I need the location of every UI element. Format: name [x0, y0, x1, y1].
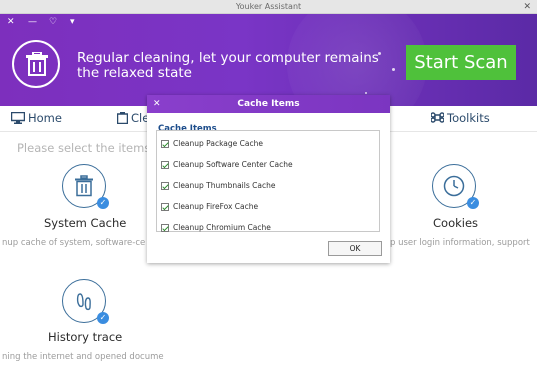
option-label: Cleanup Software Center Cache [173, 160, 293, 169]
menu-icon[interactable]: ▾ [70, 17, 75, 27]
history-trace-item[interactable]: ✓ [62, 279, 109, 324]
cache-option[interactable]: Cleanup Thumbnails Cache [159, 175, 377, 196]
checkbox-checked-icon[interactable] [161, 139, 169, 148]
cache-option[interactable]: Cleanup Package Cache [159, 133, 377, 154]
cache-option[interactable]: Cleanup FireFox Cache [159, 196, 377, 217]
checkbox-checked-icon[interactable] [161, 202, 169, 211]
history-trace-title: History trace [48, 330, 123, 344]
footprint-icon [76, 293, 91, 311]
window-title: Youker Assistant [235, 2, 302, 11]
command-icon [430, 111, 445, 127]
sparkle-icon [365, 92, 367, 94]
tab-home-label: Home [28, 111, 62, 125]
history-trace-description: ning the internet and opened docume [2, 352, 164, 362]
cache-option[interactable]: Cleanup Chromium Cache [159, 217, 377, 238]
cookies-title: Cookies [433, 216, 479, 230]
option-label: Cleanup Chromium Cache [173, 223, 271, 232]
cache-items-dialog: ✕ Cache Items Cache Items Cleanup Packag… [147, 95, 390, 263]
checkbox-checked-icon[interactable] [161, 181, 169, 190]
checked-icon: ✓ [467, 197, 479, 209]
tab-home[interactable]: Home [10, 111, 62, 127]
sparkle-icon [392, 68, 395, 71]
system-cache-item[interactable]: ✓ [62, 164, 109, 209]
system-cache-title: System Cache [44, 216, 127, 230]
start-scan-button[interactable]: Start Scan [406, 45, 516, 80]
select-items-hint: Please select the items [17, 141, 151, 155]
system-cache-description: nup cache of system, software-ce [2, 238, 146, 248]
header-banner: ✕ — ♡ ▾ Regular cleaning, let your compu… [0, 14, 537, 106]
option-label: Cleanup FireFox Cache [173, 202, 259, 211]
tab-cleanup[interactable]: Cle [116, 111, 149, 127]
dialog-header: ✕ Cache Items [147, 95, 390, 113]
checkbox-checked-icon[interactable] [161, 160, 169, 169]
cache-option[interactable]: Cleanup Software Center Cache [159, 154, 377, 175]
checked-icon: ✓ [97, 197, 109, 209]
checked-icon: ✓ [97, 312, 109, 324]
checkbox-checked-icon[interactable] [161, 223, 169, 232]
cookies-description: p user login information, support [390, 238, 530, 248]
tab-toolkits[interactable]: Toolkits [430, 111, 490, 127]
option-label: Cleanup Thumbnails Cache [173, 181, 276, 190]
cleaner-logo [12, 40, 60, 88]
close-icon[interactable]: ✕ [7, 17, 15, 27]
window-close-icon[interactable]: ✕ [523, 0, 531, 14]
tab-toolkits-label: Toolkits [447, 111, 490, 125]
cleanup-icon [116, 112, 129, 127]
trash-icon [26, 52, 48, 76]
dialog-title: Cache Items [237, 99, 300, 109]
banner-message: Regular cleaning, let your computer rema… [77, 50, 379, 81]
cookies-item[interactable]: ✓ [432, 164, 479, 209]
clock-icon [443, 175, 465, 197]
trash-icon [75, 175, 93, 197]
ok-button[interactable]: OK [328, 241, 382, 256]
minimize-icon[interactable]: — [28, 17, 37, 27]
skin-icon[interactable]: ♡ [49, 17, 57, 27]
monitor-icon [10, 111, 26, 127]
window-titlebar: Youker Assistant ✕ [0, 0, 537, 14]
option-label: Cleanup Package Cache [173, 139, 263, 148]
dialog-close-icon[interactable]: ✕ [153, 95, 161, 113]
cache-options-list: Cleanup Package Cache Cleanup Software C… [156, 130, 380, 232]
